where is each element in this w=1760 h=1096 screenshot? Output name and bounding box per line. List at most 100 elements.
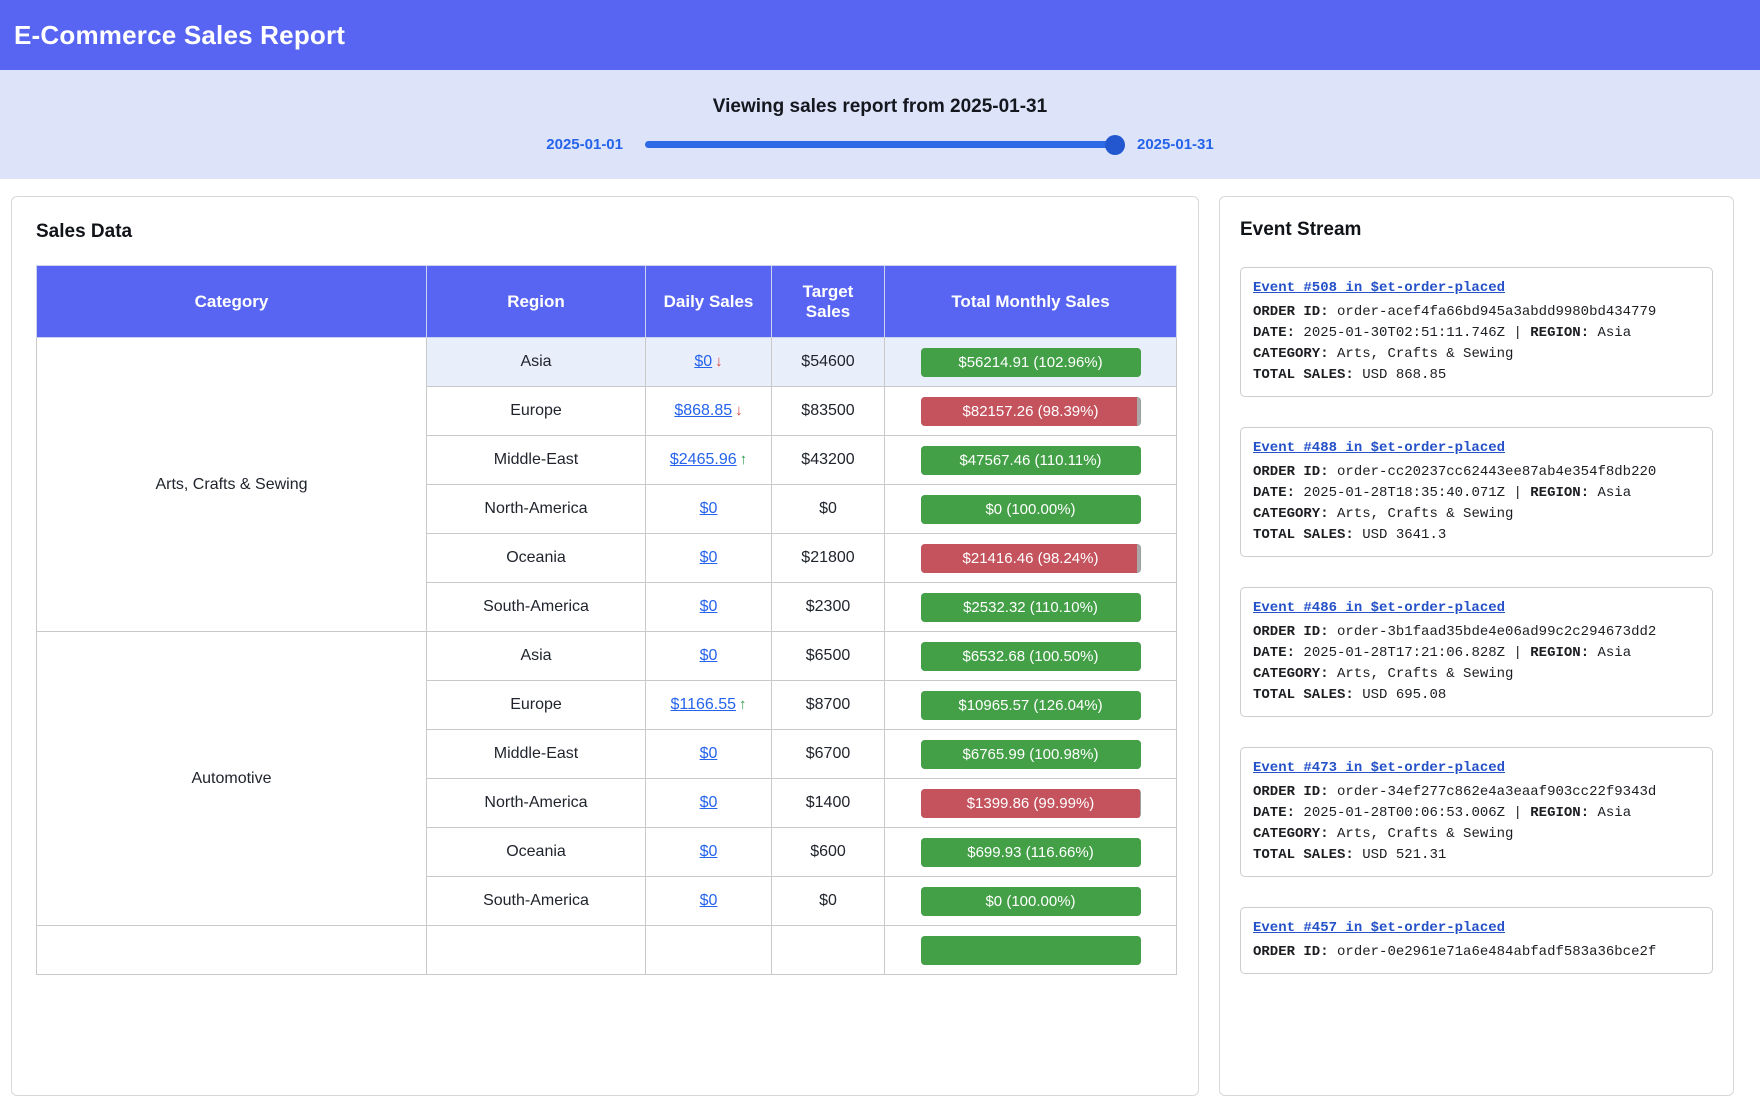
region-cell: Asia — [427, 632, 646, 681]
order-id-label: ORDER ID: — [1253, 944, 1329, 960]
total-sales-label: $6532.68 (100.50%) — [921, 642, 1141, 671]
total-sales-label: $10965.57 (126.04%) — [921, 691, 1141, 720]
daily-sales-cell: $0 — [646, 828, 772, 877]
total-monthly-sales-cell: $1399.86 (99.99%) — [885, 779, 1177, 828]
trend-arrow-up-icon: ↑ — [740, 451, 748, 468]
event-card: Event #473 in $et-order-placed ORDER ID:… — [1240, 747, 1713, 877]
total-sales-progress: $82157.26 (98.39%) — [921, 397, 1141, 426]
separator: | — [1513, 485, 1521, 501]
total-sales-value: USD 868.85 — [1362, 367, 1446, 383]
daily-sales-link[interactable]: $0 — [700, 549, 718, 566]
sales-card: Sales Data Category Region Daily Sales T… — [11, 196, 1199, 1096]
region-cell: Asia — [427, 338, 646, 387]
main-content: Sales Data Category Region Daily Sales T… — [0, 179, 1760, 1096]
slider-track[interactable] — [645, 141, 1115, 148]
total-monthly-sales-cell: $699.93 (116.66%) — [885, 828, 1177, 877]
region-cell: South-America — [427, 583, 646, 632]
category-value: Arts, Crafts & Sewing — [1337, 346, 1513, 362]
separator: | — [1513, 325, 1521, 341]
category-value: Arts, Crafts & Sewing — [1337, 506, 1513, 522]
event-link[interactable]: Event #473 in $et-order-placed — [1253, 758, 1505, 779]
daily-sales-cell: $0 — [646, 779, 772, 828]
event-link[interactable]: Event #488 in $et-order-placed — [1253, 438, 1505, 459]
daily-sales-cell: $0 — [646, 877, 772, 926]
event-order-id-line: ORDER ID: order-cc20237cc62443ee87ab4e35… — [1253, 462, 1700, 483]
total-sales-label: TOTAL SALES: — [1253, 847, 1354, 863]
total-sales-progress: $47567.46 (110.11%) — [921, 446, 1141, 475]
daily-sales-cell: $868.85↓ — [646, 387, 772, 436]
daily-sales-cell: $0 — [646, 632, 772, 681]
total-sales-progress: $6765.99 (100.98%) — [921, 740, 1141, 769]
event-total-sales-line: TOTAL SALES: USD 521.31 — [1253, 845, 1700, 866]
daily-sales-link[interactable]: $0 — [700, 843, 718, 860]
event-order-id-line: ORDER ID: order-acef4fa66bd945a3abdd9980… — [1253, 302, 1700, 323]
total-sales-progress: $1399.86 (99.99%) — [921, 789, 1141, 818]
daily-sales-link[interactable]: $0 — [700, 892, 718, 909]
sales-table: Category Region Daily Sales Target Sales… — [36, 265, 1177, 975]
target-sales-cell: $6500 — [772, 632, 885, 681]
total-sales-label: TOTAL SALES: — [1253, 687, 1354, 703]
daily-sales-link[interactable]: $0 — [700, 598, 718, 615]
total-sales-label: $1399.86 (99.99%) — [921, 789, 1141, 818]
region-value: Asia — [1598, 805, 1632, 821]
date-label: DATE: — [1253, 645, 1295, 661]
total-sales-label: $0 (100.00%) — [921, 495, 1141, 524]
target-sales-cell: $2300 — [772, 583, 885, 632]
trend-arrow-up-icon: ↑ — [739, 696, 747, 713]
category-cell: Arts, Crafts & Sewing — [37, 338, 427, 632]
trend-arrow-down-icon: ↓ — [735, 402, 743, 419]
daily-sales-link[interactable]: $0 — [694, 353, 712, 370]
event-card: Event #508 in $et-order-placed ORDER ID:… — [1240, 267, 1713, 397]
target-sales-cell — [772, 926, 885, 975]
order-id-value: order-acef4fa66bd945a3abdd9980bd434779 — [1337, 304, 1656, 320]
event-category-line: CATEGORY: Arts, Crafts & Sewing — [1253, 824, 1700, 845]
slider-end-label: 2025-01-31 — [1137, 136, 1214, 153]
app-header: E-Commerce Sales Report — [0, 0, 1760, 70]
daily-sales-link[interactable]: $2465.96 — [670, 451, 737, 468]
daily-sales-link[interactable]: $0 — [700, 647, 718, 664]
target-sales-cell: $8700 — [772, 681, 885, 730]
total-monthly-sales-cell: $0 (100.00%) — [885, 485, 1177, 534]
event-date-region-line: DATE: 2025-01-28T18:35:40.071Z | REGION:… — [1253, 483, 1700, 504]
event-link[interactable]: Event #457 in $et-order-placed — [1253, 918, 1505, 939]
daily-sales-link[interactable]: $868.85 — [674, 402, 732, 419]
total-monthly-sales-cell: $82157.26 (98.39%) — [885, 387, 1177, 436]
daily-sales-cell: $0 — [646, 583, 772, 632]
target-sales-cell: $1400 — [772, 779, 885, 828]
date-range-slider: 2025-01-01 2025-01-31 — [0, 136, 1760, 153]
order-id-value: order-0e2961e71a6e484abfadf583a36bce2f — [1337, 944, 1656, 960]
daily-sales-link[interactable]: $1166.55 — [670, 696, 736, 713]
region-cell: Middle-East — [427, 436, 646, 485]
total-monthly-sales-cell: $21416.46 (98.24%) — [885, 534, 1177, 583]
region-cell: Oceania — [427, 828, 646, 877]
daily-sales-link[interactable]: $0 — [700, 745, 718, 762]
daily-sales-link[interactable]: $0 — [700, 794, 718, 811]
region-label: REGION: — [1530, 805, 1589, 821]
total-sales-progress: $699.93 (116.66%) — [921, 838, 1141, 867]
total-monthly-sales-cell: $47567.46 (110.11%) — [885, 436, 1177, 485]
event-stream-title: Event Stream — [1240, 219, 1713, 241]
event-card: Event #457 in $et-order-placed ORDER ID:… — [1240, 907, 1713, 974]
total-sales-progress: $21416.46 (98.24%) — [921, 544, 1141, 573]
report-range-heading: Viewing sales report from 2025-01-31 — [0, 96, 1760, 118]
total-monthly-sales-cell: $6532.68 (100.50%) — [885, 632, 1177, 681]
region-label: REGION: — [1530, 645, 1589, 661]
event-link[interactable]: Event #486 in $et-order-placed — [1253, 598, 1505, 619]
order-id-label: ORDER ID: — [1253, 464, 1329, 480]
total-sales-label: $82157.26 (98.39%) — [921, 397, 1141, 426]
event-link[interactable]: Event #508 in $et-order-placed — [1253, 278, 1505, 299]
event-stream-card: Event Stream Event #508 in $et-order-pla… — [1219, 196, 1734, 1096]
category-label: CATEGORY: — [1253, 666, 1329, 682]
total-sales-label: $47567.46 (110.11%) — [921, 446, 1141, 475]
daily-sales-link[interactable]: $0 — [700, 500, 718, 517]
separator: | — [1513, 805, 1521, 821]
daily-sales-cell: $2465.96↑ — [646, 436, 772, 485]
order-id-value: order-cc20237cc62443ee87ab4e354f8db220 — [1337, 464, 1656, 480]
event-total-sales-line: TOTAL SALES: USD 3641.3 — [1253, 525, 1700, 546]
order-id-label: ORDER ID: — [1253, 784, 1329, 800]
total-sales-value: USD 521.31 — [1362, 847, 1446, 863]
event-order-id-line: ORDER ID: order-3b1faad35bde4e06ad99c2c2… — [1253, 622, 1700, 643]
target-sales-cell: $83500 — [772, 387, 885, 436]
trend-arrow-down-icon: ↓ — [715, 353, 723, 370]
slider-thumb[interactable] — [1105, 135, 1125, 155]
